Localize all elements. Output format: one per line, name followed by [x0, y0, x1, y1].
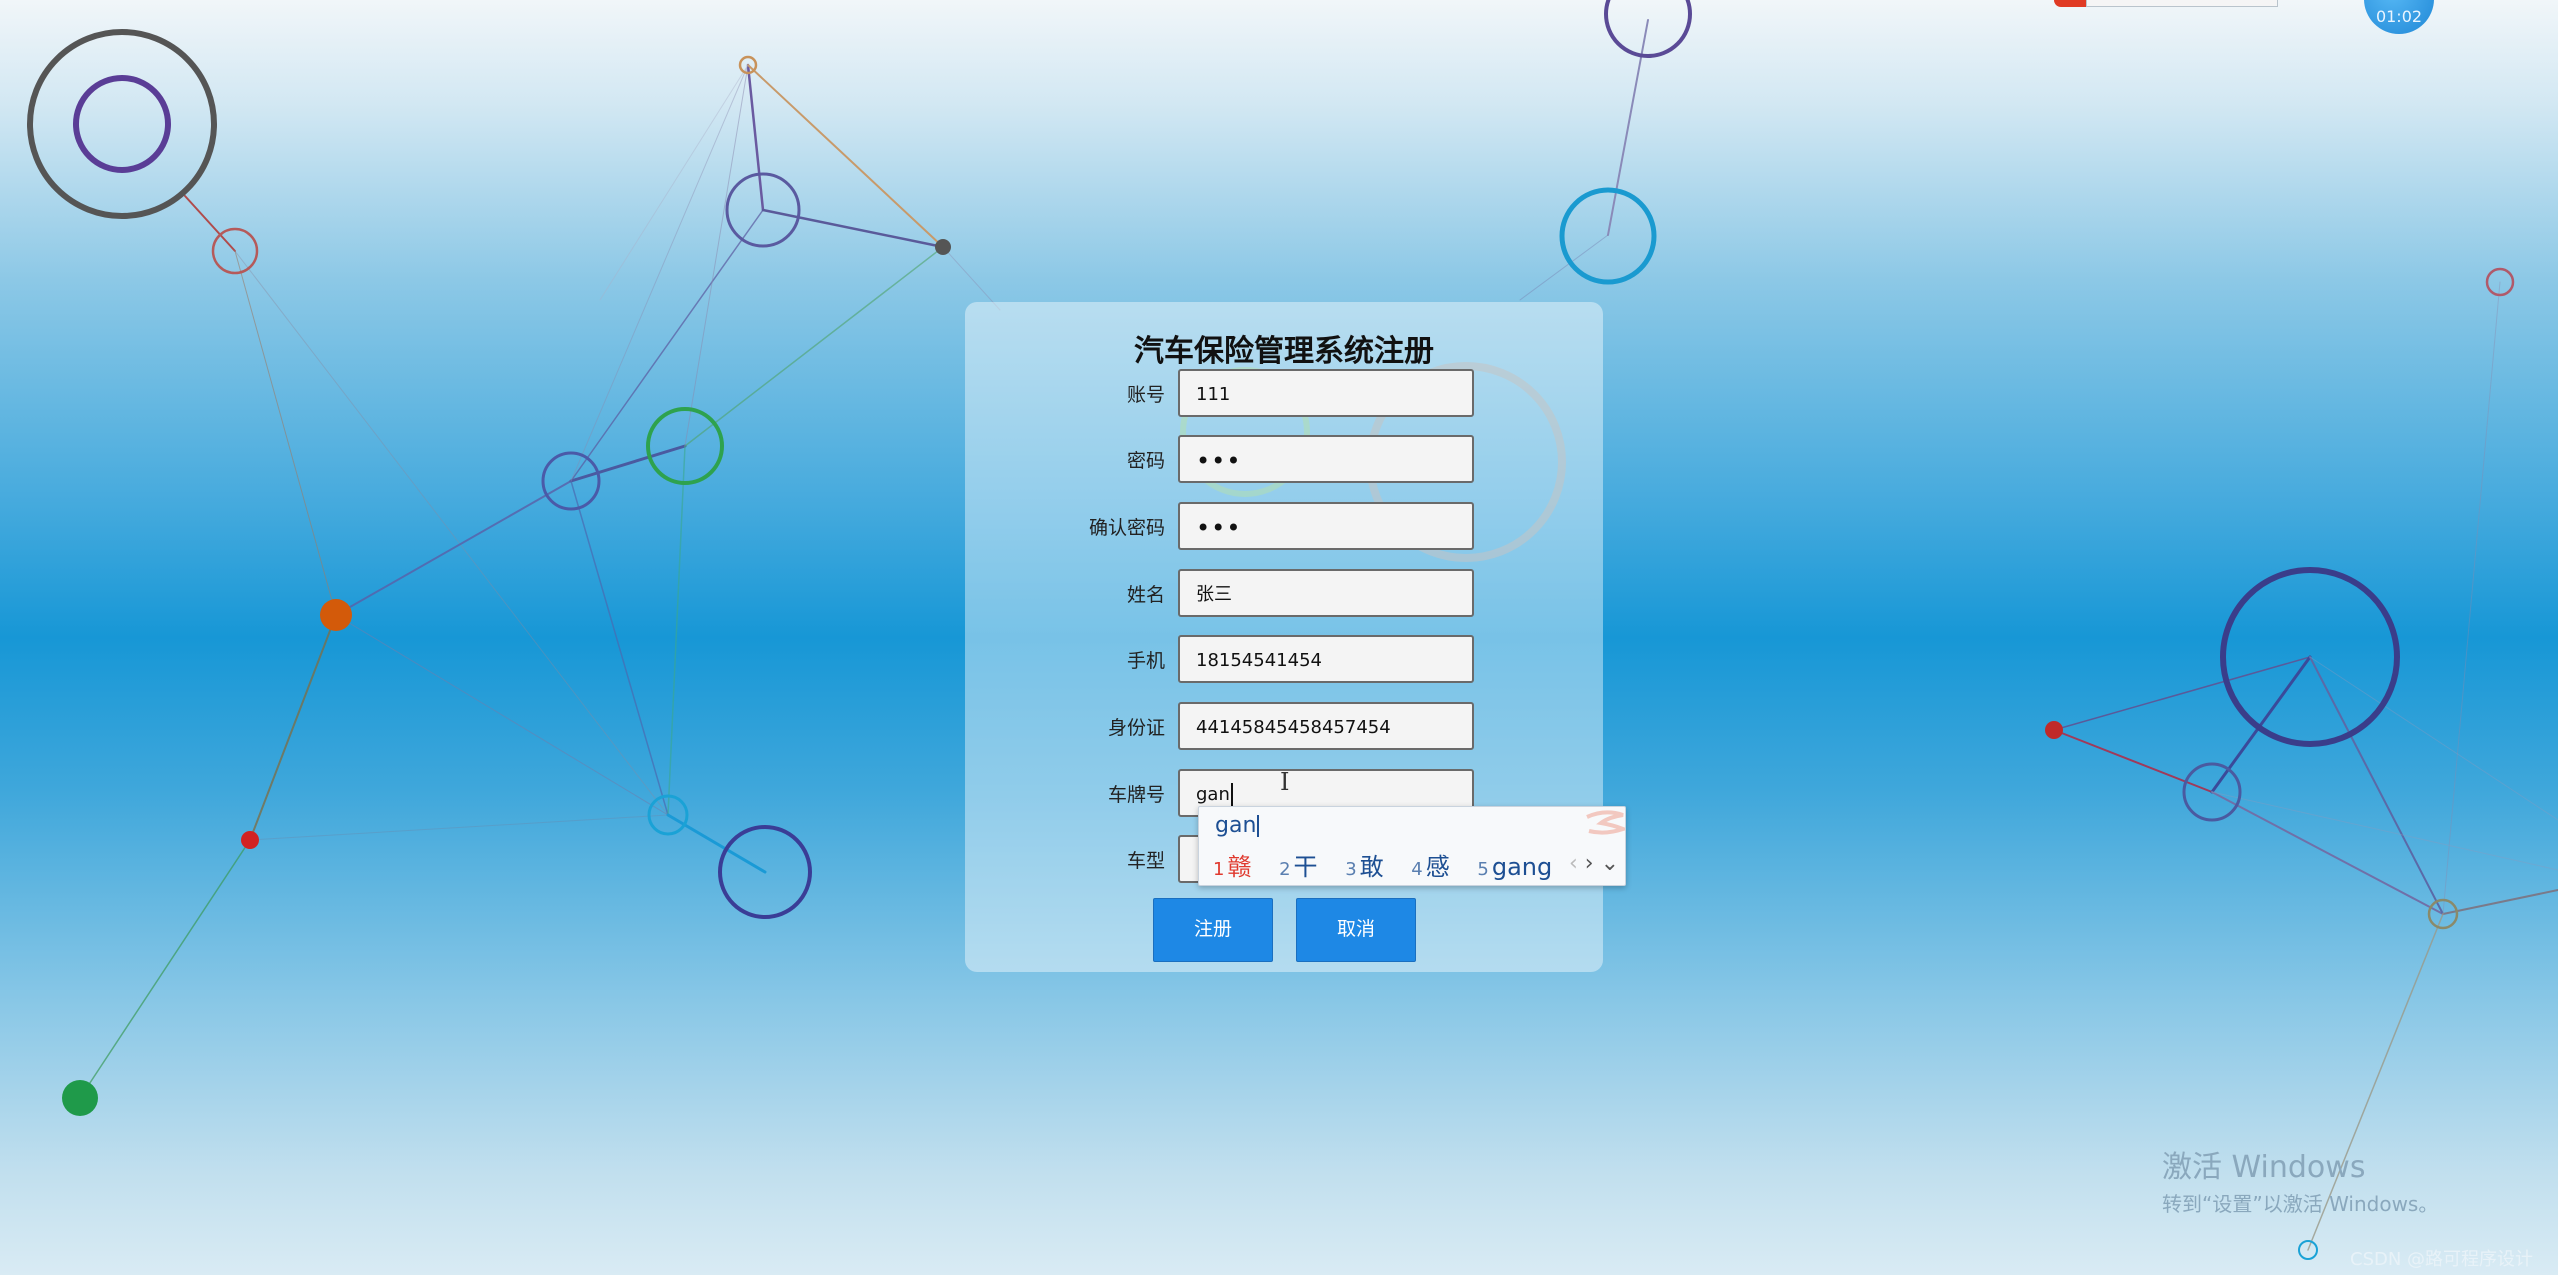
car-model-label: 车型: [1126, 850, 1165, 872]
ime-composition: gan: [1215, 813, 1260, 838]
candidate-text: 干: [1293, 853, 1318, 881]
ime-candidate-2[interactable]: 2干: [1279, 847, 1317, 882]
name-input[interactable]: 张三: [1178, 569, 1474, 617]
ime-navigation: ‹ › ⌄: [1569, 851, 1619, 876]
ibeam-cursor-icon: I: [1280, 768, 1290, 796]
phone-label: 手机: [1126, 650, 1165, 672]
ime-candidate-5[interactable]: 5 gang: [1477, 853, 1552, 881]
ime-composition-text: gan: [1215, 813, 1257, 838]
ime-candidate-1[interactable]: 1赣: [1213, 847, 1251, 882]
confirm-password-label: 确认密码: [1088, 517, 1165, 539]
confirm-password-input[interactable]: •••: [1178, 502, 1474, 550]
form-title: 汽车保险管理系统注册: [1134, 334, 1434, 369]
account-label: 账号: [1126, 384, 1165, 406]
text-caret: [1230, 783, 1233, 807]
candidate-number: 5: [1477, 859, 1489, 880]
ime-candidate-3[interactable]: 3敢: [1345, 847, 1383, 882]
row-password: 密码 •••: [965, 435, 1603, 487]
window-fragment: [2086, 0, 2278, 7]
row-account: 账号 111: [965, 369, 1603, 421]
ime-caret: [1257, 815, 1260, 837]
id-card-label: 身份证: [1107, 717, 1165, 739]
activation-watermark: 激活 Windows 转到“设置”以激活 Windows。: [2162, 1142, 2438, 1217]
phone-input[interactable]: 18154541454: [1178, 635, 1474, 683]
id-card-input[interactable]: 44145845458457454: [1178, 702, 1474, 750]
candidate-text: 赣: [1227, 853, 1252, 881]
account-input[interactable]: 111: [1178, 369, 1474, 417]
ime-skin-swirl-icon: [1586, 810, 1625, 835]
row-id-card: 身份证 44145845458457454: [965, 702, 1603, 754]
candidate-text: 感: [1425, 853, 1450, 881]
candidate-text: 敢: [1359, 853, 1384, 881]
watermark-title: 激活 Windows: [2162, 1150, 2366, 1185]
row-name: 姓名 张三: [965, 569, 1603, 621]
row-phone: 手机 18154541454: [965, 635, 1603, 687]
register-button[interactable]: 注册: [1153, 898, 1273, 962]
candidate-text: gang: [1491, 853, 1553, 881]
ime-candidates: 1赣 2干 3敢 4感 5 gang: [1213, 847, 1572, 882]
candidate-number: 4: [1411, 859, 1423, 880]
csdn-credit: CSDN @路可程序设计: [2350, 1249, 2534, 1270]
name-label: 姓名: [1126, 584, 1165, 606]
ime-expand-icon[interactable]: ⌄: [1601, 851, 1619, 876]
plate-value: gan: [1196, 784, 1230, 805]
plate-label: 车牌号: [1107, 784, 1165, 806]
ime-next-page-icon[interactable]: ›: [1585, 851, 1594, 876]
watermark-subtitle: 转到“设置”以激活 Windows。: [2162, 1192, 2439, 1216]
password-label: 密码: [1126, 450, 1165, 472]
password-input[interactable]: •••: [1178, 435, 1474, 483]
candidate-number: 1: [1213, 859, 1225, 880]
clock-time: 01:02: [2375, 7, 2423, 26]
ime-prev-page-icon[interactable]: ‹: [1569, 851, 1578, 876]
candidate-number: 3: [1345, 859, 1357, 880]
ime-candidate-4[interactable]: 4感: [1411, 847, 1449, 882]
row-confirm-password: 确认密码 •••: [965, 502, 1603, 554]
cancel-button[interactable]: 取消: [1296, 898, 1416, 962]
ime-candidate-window[interactable]: gan 1赣 2干 3敢 4感 5 gang ‹ › ⌄: [1198, 806, 1626, 886]
candidate-number: 2: [1279, 859, 1291, 880]
